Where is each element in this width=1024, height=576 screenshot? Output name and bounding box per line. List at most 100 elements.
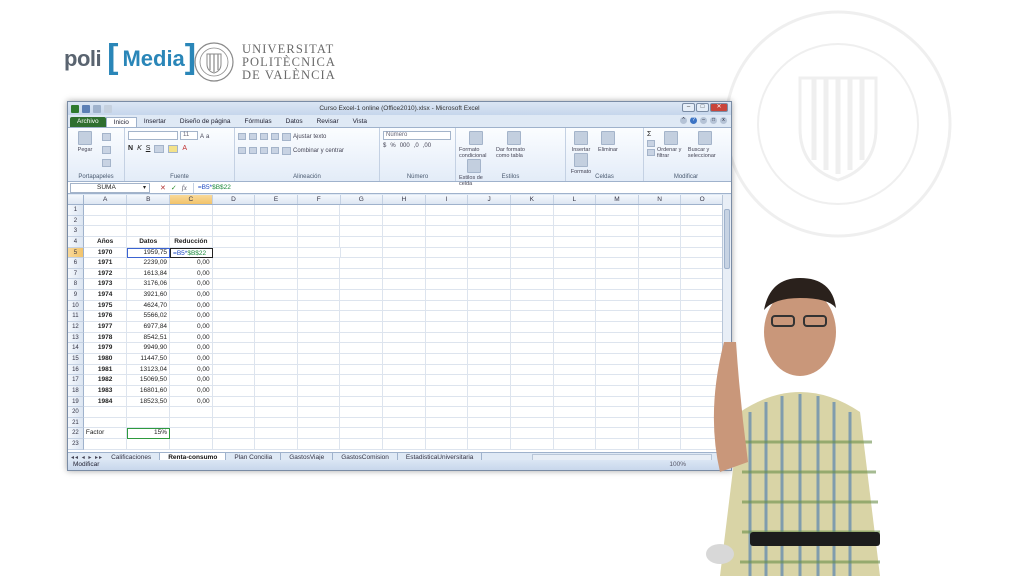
cell-a18[interactable]: 1983 [83,385,128,397]
align-bottom-icon[interactable] [260,133,268,140]
tab-datos[interactable]: Datos [279,117,310,127]
cell-j14[interactable] [468,343,511,354]
cell-g13[interactable] [340,332,384,344]
cell-g3[interactable] [340,226,384,237]
cell-m19[interactable] [596,396,639,408]
cell-e11[interactable] [255,311,298,323]
cell-f2[interactable] [297,215,341,227]
cell-i2[interactable] [425,215,469,227]
column-header-g[interactable]: G [341,195,384,204]
tab-formulas[interactable]: Fórmulas [238,117,279,127]
row-header-7[interactable]: 7 [68,268,84,280]
cell-h18[interactable] [383,385,426,397]
cell-n10[interactable] [638,300,682,312]
cell-j6[interactable] [468,258,511,269]
cell-k19[interactable] [510,396,554,408]
cell-i14[interactable] [425,343,469,354]
cell-g12[interactable] [340,322,384,333]
cell-f6[interactable] [297,258,341,269]
row-header-4[interactable]: 4 [68,236,84,248]
cell-f1[interactable] [297,205,341,216]
cell-i5[interactable] [425,247,469,259]
cell-c5[interactable]: =B5*$B$22 [170,247,213,259]
cell-j16[interactable] [468,364,511,376]
cell-l3[interactable] [553,226,597,237]
italic-button[interactable]: K [137,145,142,153]
cell-h3[interactable] [383,226,426,237]
cell-a23[interactable] [83,439,128,450]
cell-l19[interactable] [553,396,597,408]
cell-h9[interactable] [383,290,426,301]
cell-b5[interactable]: 1959,75 [127,247,171,259]
cell-c22[interactable] [170,428,213,440]
cell-a1[interactable] [83,205,128,216]
bold-button[interactable]: N [128,145,133,153]
indent-icon[interactable] [271,147,279,154]
cell-b16[interactable]: 13123,04 [127,364,171,376]
cell-d2[interactable] [212,215,256,227]
cell-i22[interactable] [425,428,469,440]
cell-n5[interactable] [638,247,682,259]
cell-d1[interactable] [212,205,256,216]
cell-n13[interactable] [638,332,682,344]
worksheet-grid[interactable]: A B C D E F G H I J K L M N O 1 2 3 4 Años Datos Reducción 5 19… [68,195,724,453]
cancel-icon[interactable]: ✕ [160,184,166,192]
cell-b22[interactable]: 15% [127,428,171,440]
cell-g19[interactable] [340,396,384,408]
cell-j13[interactable] [468,332,511,344]
cell-c6[interactable]: 0,00 [170,258,213,269]
column-header-m[interactable]: M [596,195,639,204]
cell-k11[interactable] [510,311,554,323]
cell-g23[interactable] [340,439,384,450]
column-header-a[interactable]: A [84,195,128,204]
number-format-combo[interactable]: Número [383,131,451,140]
cell-j8[interactable] [468,279,511,291]
tab-diseno-pagina[interactable]: Diseño de página [173,117,238,127]
cell-g18[interactable] [340,385,384,397]
column-header-i[interactable]: I [426,195,469,204]
cell-m9[interactable] [596,290,639,301]
tab-inicio[interactable]: Inicio [105,117,137,127]
row-header-1[interactable]: 1 [68,205,84,216]
cell-k2[interactable] [510,215,554,227]
cell-k5[interactable] [510,247,554,259]
cell-j11[interactable] [468,311,511,323]
cell-h16[interactable] [383,364,426,376]
cell-d23[interactable] [212,439,256,450]
cell-a22[interactable]: Factor [83,428,128,440]
cell-j9[interactable] [468,290,511,301]
cell-j7[interactable] [468,268,511,280]
cell-d18[interactable] [212,385,256,397]
cell-j17[interactable] [468,375,511,386]
row-header-23[interactable]: 23 [68,439,84,450]
cell-i6[interactable] [425,258,469,269]
cell-j4[interactable] [468,236,511,248]
cell-n22[interactable] [638,428,682,440]
minimize-button[interactable]: – [682,103,695,112]
cell-g15[interactable] [340,353,384,365]
align-right-icon[interactable] [260,147,268,154]
cell-k3[interactable] [510,226,554,237]
enter-icon[interactable]: ✓ [171,184,177,192]
cell-j15[interactable] [468,353,511,365]
cell-l21[interactable] [553,417,597,429]
cell-d5[interactable] [212,247,256,259]
cell-l14[interactable] [553,343,597,354]
decimal-increase-icon[interactable]: ,0 [414,143,419,149]
cell-d17[interactable] [212,375,256,386]
align-top-icon[interactable] [238,133,246,140]
cell-g8[interactable] [340,279,384,291]
cell-d6[interactable] [212,258,256,269]
cell-a20[interactable] [83,407,128,418]
cell-d14[interactable] [212,343,256,354]
cell-d4[interactable] [212,236,256,248]
cell-i3[interactable] [425,226,469,237]
cell-l6[interactable] [553,258,597,269]
cell-h1[interactable] [383,205,426,216]
cell-m8[interactable] [596,279,639,291]
cell-c8[interactable]: 0,00 [170,279,213,291]
cell-c3[interactable] [170,226,213,237]
cell-n9[interactable] [638,290,682,301]
cell-m11[interactable] [596,311,639,323]
cell-l12[interactable] [553,322,597,333]
